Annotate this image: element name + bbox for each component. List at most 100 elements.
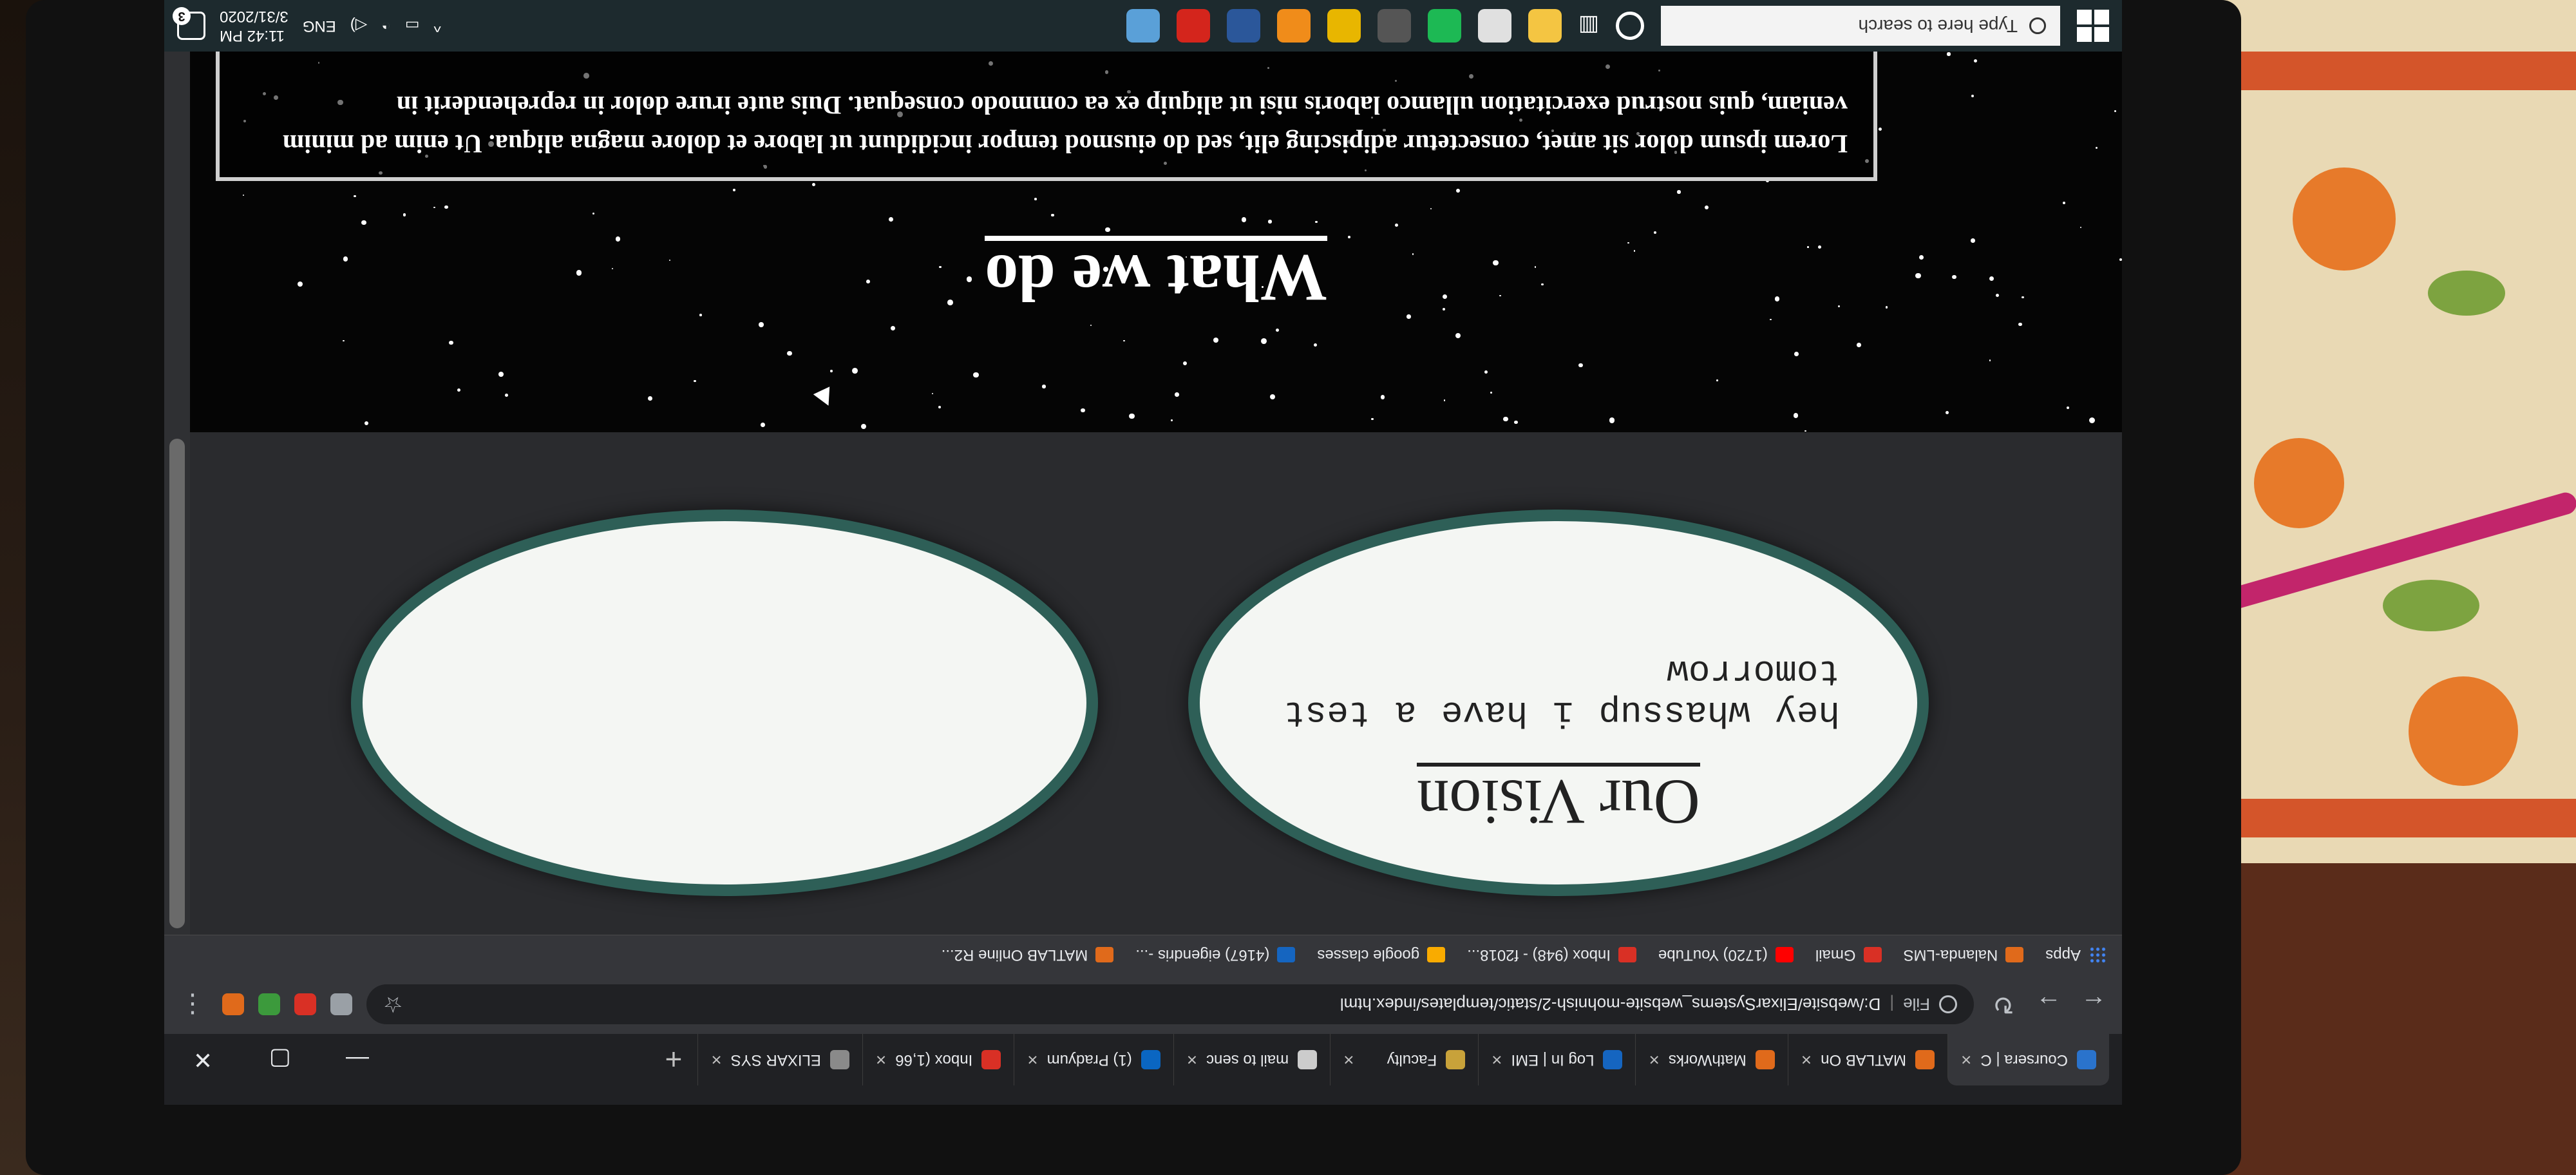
cloth-band — [2215, 52, 2576, 90]
browser-tab[interactable]: (1) Pradyum × — [1014, 1034, 1173, 1085]
extension-green-icon[interactable] — [258, 993, 280, 1015]
notification-count: 3 — [173, 7, 191, 25]
star-dot — [1578, 363, 1584, 368]
star-dot — [1394, 224, 1398, 227]
star-dot — [811, 183, 815, 187]
tab-favicon-icon — [1603, 1050, 1623, 1069]
browser-tab[interactable]: ELIXAR SYS × — [697, 1034, 862, 1085]
star-dot — [1705, 205, 1709, 210]
browser-tab[interactable]: MATLAB On × — [1787, 1034, 1948, 1085]
lorem-text-box: Lorem ipsum dolor sit amet, consectetur … — [216, 52, 1877, 181]
star-dot — [1380, 395, 1385, 399]
acrobat-icon[interactable] — [1176, 9, 1210, 43]
card-title: Our Vision — [1200, 763, 1917, 839]
windows-start-icon[interactable] — [2077, 10, 2109, 42]
taskbar-search[interactable]: Type here to search — [1661, 6, 2060, 46]
cloth-leaf — [2383, 580, 2479, 631]
battery-icon[interactable]: ▭ — [405, 17, 420, 35]
cloth-flower — [2409, 676, 2518, 786]
star-dot — [1105, 227, 1110, 232]
star-dot — [343, 339, 345, 342]
star-dot — [829, 370, 833, 372]
sublime-icon[interactable] — [1276, 9, 1311, 43]
bookmark-item[interactable]: Gmail — [1815, 946, 1882, 964]
browser-tab[interactable]: Faculty × — [1330, 1034, 1479, 1085]
star-dot — [694, 379, 696, 383]
star-dot — [1213, 337, 1219, 343]
star-dot — [938, 405, 941, 408]
minimize-button[interactable]: — — [319, 1046, 396, 1073]
tab-close-icon[interactable]: × — [1187, 1049, 1197, 1070]
tab-close-icon[interactable]: × — [1343, 1049, 1354, 1070]
scrollbar[interactable] — [164, 52, 190, 935]
tab-favicon-icon — [829, 1050, 849, 1069]
reload-icon[interactable]: ↻ — [1988, 989, 2019, 1019]
star-dot — [1129, 413, 1135, 419]
star-dot — [2079, 226, 2082, 229]
notification-center-icon[interactable]: 3 — [173, 7, 205, 40]
chrome-icon[interactable] — [1327, 9, 1361, 43]
tab-close-icon[interactable]: × — [1801, 1049, 1812, 1070]
language-indicator[interactable]: ENG — [303, 17, 336, 35]
scrollbar-thumb[interactable] — [169, 439, 185, 928]
extension-record-icon[interactable] — [294, 993, 316, 1015]
back-arrow-icon[interactable]: ← — [2078, 990, 2109, 1019]
volume-icon[interactable]: ◁) — [350, 17, 367, 35]
star-dot — [1971, 94, 1975, 98]
bookmark-item[interactable]: Nalanda-LMS — [1904, 946, 2024, 964]
tab-close-icon[interactable]: × — [1649, 1049, 1659, 1070]
star-dot — [1878, 127, 1882, 131]
forward-arrow-icon[interactable]: → — [2033, 990, 2064, 1019]
clock[interactable]: 11:42 PM 3/31/2020 — [220, 6, 289, 45]
tab-close-icon[interactable]: × — [1492, 1049, 1502, 1070]
extension-matlab-icon[interactable] — [222, 993, 244, 1015]
cortana-icon[interactable] — [1616, 12, 1644, 40]
browser-tab[interactable]: Log In | EMI × — [1478, 1034, 1636, 1085]
store-icon[interactable] — [1477, 9, 1511, 43]
star-dot — [1051, 214, 1054, 217]
tab-close-icon[interactable]: × — [876, 1049, 886, 1070]
star-dot — [2114, 110, 2117, 113]
word-icon[interactable] — [1226, 9, 1260, 43]
task-view-icon[interactable]: ▥ — [1578, 13, 1599, 39]
bookmark-label: (1720) YouTube — [1658, 946, 1768, 964]
file-explorer-icon[interactable] — [1528, 9, 1562, 43]
star-dot — [759, 322, 764, 327]
close-button[interactable]: ✕ — [164, 1046, 242, 1073]
tab-close-icon[interactable]: × — [1961, 1049, 1971, 1070]
maximize-button[interactable]: ▢ — [242, 1046, 319, 1073]
tab-close-icon[interactable]: × — [711, 1049, 721, 1070]
star-dot — [592, 212, 594, 215]
bookmark-item[interactable]: (1720) YouTube — [1658, 946, 1794, 964]
browser-tab[interactable]: Coursera | C × — [1947, 1034, 2109, 1085]
extension-icon[interactable] — [330, 993, 352, 1015]
browser-toolbar: ← → ↻ File | D:/website/ElixarSystems_we… — [164, 975, 2122, 1034]
address-bar[interactable]: File | D:/website/ElixarSystems_website-… — [366, 984, 1974, 1024]
menu-kebab-icon[interactable]: ⋮ — [177, 989, 208, 1019]
star-dot — [1268, 220, 1272, 224]
bookmark-item[interactable]: MATLAB Online R2... — [942, 946, 1114, 964]
browser-tab[interactable]: Inbox (1,66 × — [862, 1034, 1014, 1085]
star-dot — [433, 206, 435, 209]
info-icon[interactable] — [1939, 995, 1957, 1013]
tab-close-icon[interactable]: × — [1027, 1049, 1037, 1070]
bookmark-item[interactable]: Apps — [2045, 946, 2107, 964]
star-dot — [444, 205, 448, 209]
spotify-icon[interactable] — [1427, 9, 1461, 43]
wifi-icon[interactable]: ◔ — [381, 17, 391, 35]
browser-tab[interactable]: mail to senc × — [1173, 1034, 1331, 1085]
star-dot — [1946, 410, 1949, 414]
bookmark-item[interactable]: google classes — [1317, 946, 1446, 964]
new-tab-button[interactable]: + — [650, 1034, 698, 1085]
tray-chevron-icon[interactable]: ^ — [433, 17, 440, 35]
bookmark-star-icon[interactable]: ☆ — [383, 991, 402, 1017]
tab-favicon-icon — [1141, 1050, 1160, 1069]
bookmark-item[interactable]: Inbox (948) - f2018... — [1467, 946, 1636, 964]
browser-tab[interactable]: MathWorks × — [1635, 1034, 1788, 1085]
photos-icon[interactable] — [1126, 9, 1160, 43]
url-text: D:/website/ElixarSystems_website-mohnish… — [1340, 995, 1881, 1015]
search-icon — [2029, 17, 2046, 34]
bookmark-item[interactable]: (4167) eigendris -... — [1135, 946, 1296, 964]
bookmark-label: google classes — [1317, 946, 1420, 964]
webcam-icon[interactable] — [1377, 9, 1411, 43]
